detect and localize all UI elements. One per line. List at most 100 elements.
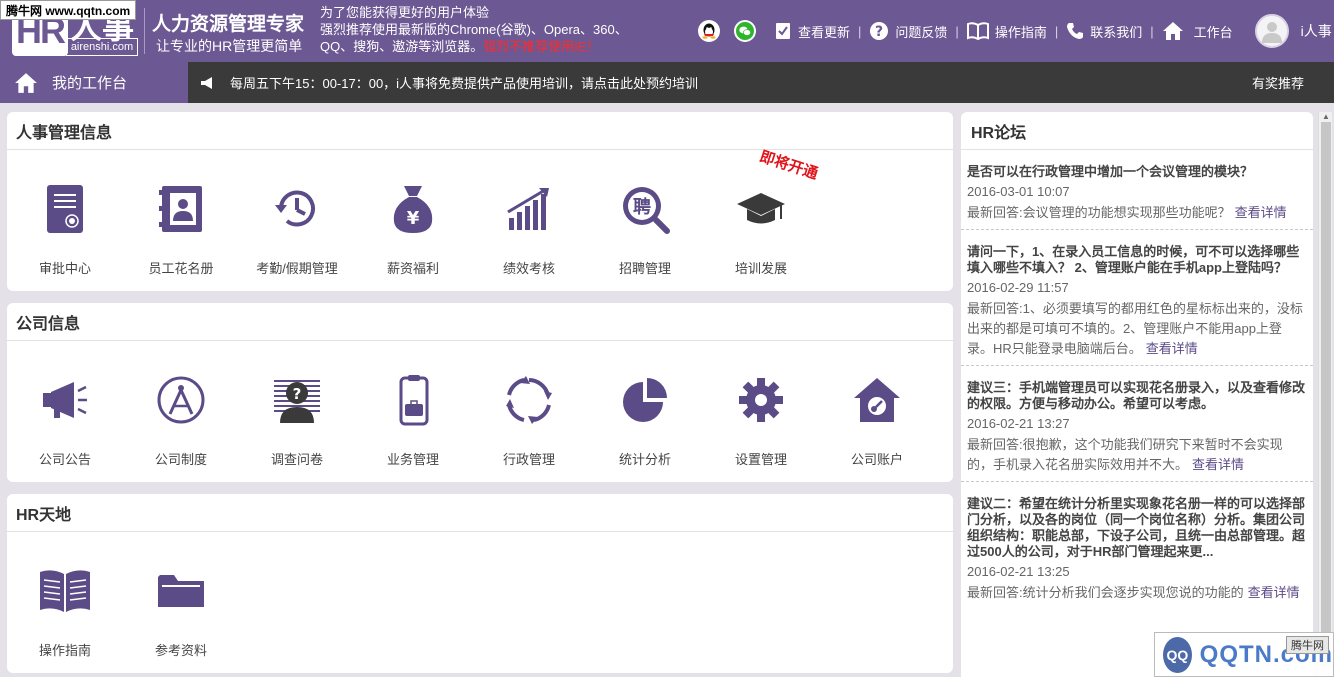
scroll-up-arrow-icon[interactable]: ▲ xyxy=(1322,112,1330,121)
user-icon xyxy=(1261,22,1282,43)
approval-center-tile[interactable]: 审批中心 xyxy=(7,150,123,290)
folder-icon xyxy=(158,575,204,607)
question-person-icon: ? xyxy=(274,380,320,423)
nav-bar: 我的工作台 每周五下午15：00-17：00，i人事将免费提供产品使用培训，请点… xyxy=(0,62,1334,103)
guide-label: 操作指南 xyxy=(994,24,1047,40)
hr-world-title: HR天地 xyxy=(7,494,953,532)
post-answer: 最新回答:1、必须要填写的都用红色的星标标出来的，没标出来的都是可填可不填的。2… xyxy=(967,299,1307,359)
tile-label: 招聘管理 xyxy=(618,261,671,276)
toolbar-separator: | xyxy=(1150,23,1154,39)
open-book-icon xyxy=(40,570,90,612)
notice-line-2: 强烈推荐使用最新版的Chrome(谷歌)、Opera、360、 xyxy=(320,22,628,37)
tile-label: 参考资料 xyxy=(154,643,207,658)
post-title[interactable]: 请问一下，1、在录入员工信息的时候，可不可以选择哪些填入哪些不填入？ 2、管理账… xyxy=(967,244,1307,276)
performance-tile[interactable]: 绩效考核 xyxy=(471,150,587,290)
post-date: 2016-03-01 10:07 xyxy=(967,184,1070,199)
view-details-link[interactable]: 查看详情 xyxy=(1235,205,1287,220)
user-avatar[interactable] xyxy=(1254,14,1289,48)
toolbar-separator: | xyxy=(858,23,862,39)
tile-label: 绩效考核 xyxy=(502,261,555,276)
hr-forum-title: HR论坛 xyxy=(961,112,1313,150)
user-name[interactable]: i人事 xyxy=(1301,21,1332,41)
post-title[interactable]: 是否可以在行政管理中增加一个会议管理的模块？ xyxy=(967,164,1307,180)
statistics-tile[interactable]: 统计分析 xyxy=(587,341,703,481)
watermark-logo: QQ xyxy=(1163,636,1192,673)
operation-guide-tile[interactable]: 操作指南 xyxy=(7,532,123,672)
money-bag-icon: ¥ xyxy=(393,186,433,233)
header-toolbar: 查看更新 | ? 问题反馈 | 操作指南 | 联系我们 | 工作台 i人事 xyxy=(698,14,1332,48)
browser-notice: 为了您能获得更好的用户体验 强烈推荐使用最新版的Chrome(谷歌)、Opera… xyxy=(320,4,628,55)
qq-icon[interactable] xyxy=(698,20,720,42)
referral-reward-link[interactable]: 有奖推荐 xyxy=(1252,62,1304,103)
forum-post[interactable]: 建议三：手机端管理员可以实现花名册录入，以及查看修改的权限。方便与移动办公。希望… xyxy=(961,366,1313,482)
tile-label: 公司制度 xyxy=(154,452,207,467)
forum-post[interactable]: 请问一下，1、在录入员工信息的时候，可不可以选择哪些填入哪些不填入？ 2、管理账… xyxy=(961,230,1313,366)
forum-post[interactable]: 建议二：希望在统计分析里实现象花名册一样的可以选择部门分析，以及各的岗位（同一个… xyxy=(961,482,1313,609)
tile-label: 调查问卷 xyxy=(270,452,323,467)
logo-domain: airenshi.com xyxy=(66,38,138,56)
watermark-tag: 腾牛网 xyxy=(1286,636,1329,654)
forum-scrollbar[interactable]: ▲ xyxy=(1318,112,1332,677)
announcement-text: 每周五下午15：00-17：00，i人事将免费提供产品使用培训，请点击此处预约培… xyxy=(230,76,699,91)
my-workbench-tab[interactable]: 我的工作台 xyxy=(0,62,188,103)
post-title[interactable]: 建议二：希望在统计分析里实现象花名册一样的可以选择部门分析，以及各的岗位（同一个… xyxy=(967,496,1307,560)
attendance-leave-tile[interactable]: 考勤/假期管理 xyxy=(239,150,355,290)
toolbar-separator: | xyxy=(1054,23,1059,39)
tile-label: 公司公告 xyxy=(38,452,91,467)
bar-growth-icon xyxy=(507,188,549,230)
post-answer-text: 最新回答:统计分析我们会逐步实现您说的功能的 xyxy=(967,585,1244,600)
admin-management-tile[interactable]: 行政管理 xyxy=(471,341,587,481)
tile-label: 统计分析 xyxy=(618,452,671,467)
reference-materials-tile[interactable]: 参考资料 xyxy=(123,532,239,672)
contact-label: 联系我们 xyxy=(1090,24,1143,40)
wechat-icon[interactable] xyxy=(734,20,756,42)
toolbar-separator: | xyxy=(955,23,959,39)
notice-line-1: 为了您能获得更好的用户体验 xyxy=(320,5,490,20)
tile-label: 培训发展 xyxy=(734,261,787,276)
tile-label: 薪资福利 xyxy=(386,261,439,276)
phone-briefcase-icon xyxy=(399,375,429,426)
view-details-link[interactable]: 查看详情 xyxy=(1192,457,1244,472)
site-watermark-badge: QQ QQTN.com 腾牛网 xyxy=(1154,632,1334,677)
view-details-link[interactable]: 查看详情 xyxy=(1248,585,1300,600)
company-policy-tile[interactable]: 公司制度 xyxy=(123,341,239,481)
megaphone-icon xyxy=(201,76,212,89)
hr-info-panel: 人事管理信息 审批中心 员工花名册 考勤/假期管理 ¥ 薪资福利 绩效考核 聘 … xyxy=(7,112,953,291)
site-watermark: 腾牛网 www.qqtn.com xyxy=(0,0,137,20)
survey-tile[interactable]: ? 调查问卷 xyxy=(239,341,355,481)
business-management-tile[interactable]: 业务管理 xyxy=(355,341,471,481)
contact-button[interactable]: 联系我们 xyxy=(1066,22,1142,41)
header-divider xyxy=(144,8,145,54)
workbench-button[interactable]: 工作台 xyxy=(1162,21,1233,41)
workbench-label: 工作台 xyxy=(1193,24,1233,40)
svg-text:聘: 聘 xyxy=(633,196,651,218)
tile-label: 员工花名册 xyxy=(148,261,214,276)
company-announcement-tile[interactable]: 公司公告 xyxy=(7,341,123,481)
graduation-cap-icon xyxy=(737,193,785,224)
feedback-button[interactable]: ? 问题反馈 xyxy=(869,21,947,41)
ie-warning: 强烈不推荐使用IE！ xyxy=(483,39,600,54)
tile-label: 业务管理 xyxy=(386,452,439,467)
company-account-tile[interactable]: 公司账户 xyxy=(819,341,935,481)
salary-benefits-tile[interactable]: ¥ 薪资福利 xyxy=(355,150,471,290)
settings-tile[interactable]: 设置管理 xyxy=(703,341,819,481)
hr-info-title: 人事管理信息 xyxy=(7,112,953,150)
check-update-button[interactable]: 查看更新 xyxy=(774,22,850,41)
forum-post[interactable]: 是否可以在行政管理中增加一个会议管理的模块？ 2016-03-01 10:07 … xyxy=(961,150,1313,230)
training-announcement[interactable]: 每周五下午15：00-17：00，i人事将免费提供产品使用培训，请点击此处预约培… xyxy=(200,62,698,103)
employee-roster-tile[interactable]: 员工花名册 xyxy=(123,150,239,290)
post-title[interactable]: 建议三：手机端管理员可以实现花名册录入，以及查看修改的权限。方便与移动办公。希望… xyxy=(967,380,1307,412)
svg-text:?: ? xyxy=(875,24,883,40)
view-details-link[interactable]: 查看详情 xyxy=(1146,341,1198,356)
scrollbar-thumb[interactable] xyxy=(1321,122,1331,667)
post-answer: 最新回答:统计分析我们会逐步实现您说的功能的 查看详情 xyxy=(967,583,1307,603)
book-icon xyxy=(966,22,989,40)
home-icon xyxy=(15,72,37,93)
feedback-label: 问题反馈 xyxy=(895,24,948,40)
company-info-panel: 公司信息 公司公告 公司制度 ? 调查问卷 业务管理 行政管理 统计分析 设置管… xyxy=(7,303,953,482)
tile-label: 公司账户 xyxy=(850,452,903,467)
checklist-icon xyxy=(776,23,790,39)
recruitment-tile[interactable]: 聘 招聘管理 xyxy=(587,150,703,290)
guide-button[interactable]: 操作指南 xyxy=(966,22,1047,41)
check-update-label: 查看更新 xyxy=(798,24,851,40)
